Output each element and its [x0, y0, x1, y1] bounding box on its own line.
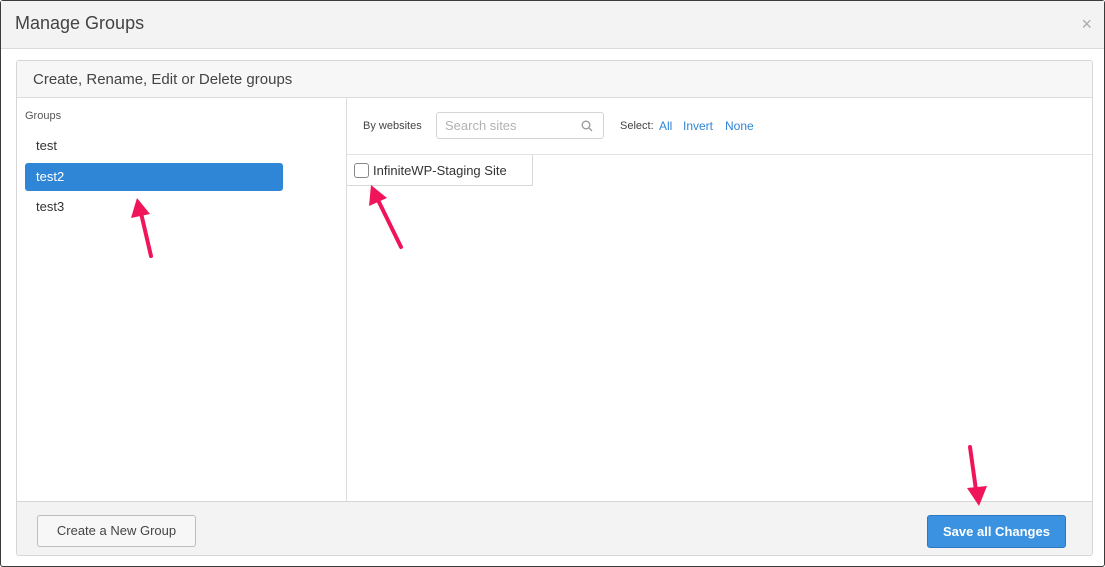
sites-column: By websites Select: All Invert None Infi… — [347, 98, 1092, 501]
site-item[interactable]: InfiniteWP-Staging Site — [347, 155, 533, 186]
groups-panel: Create, Rename, Edit or Delete groups Gr… — [16, 60, 1093, 556]
search-icon[interactable] — [581, 120, 593, 132]
select-all-link[interactable]: All — [659, 119, 672, 133]
site-checkbox[interactable] — [354, 163, 369, 178]
create-group-button[interactable]: Create a New Group — [37, 515, 196, 547]
select-label: Select: — [620, 120, 654, 132]
dialog-header: Manage Groups × — [1, 1, 1104, 49]
close-icon[interactable]: × — [1081, 14, 1092, 34]
groups-column: Groups test test2 test3 — [17, 98, 347, 501]
site-label: InfiniteWP-Staging Site — [373, 163, 507, 178]
manage-groups-dialog: Manage Groups × Create, Rename, Edit or … — [0, 0, 1105, 567]
sites-toolbar: By websites Select: All Invert None — [347, 98, 1092, 155]
panel-footer: Create a New Group Save all Changes — [17, 501, 1092, 555]
panel-heading: Create, Rename, Edit or Delete groups — [17, 61, 1092, 98]
save-all-changes-button[interactable]: Save all Changes — [927, 515, 1066, 548]
dialog-title: Manage Groups — [15, 13, 145, 33]
select-invert-link[interactable]: Invert — [683, 119, 713, 133]
filter-by-websites-label: By websites — [363, 120, 422, 132]
groups-label: Groups — [25, 110, 62, 122]
group-item-test3[interactable]: test3 — [25, 193, 283, 221]
group-item-test2[interactable]: test2 — [25, 163, 283, 191]
select-none-link[interactable]: None — [725, 119, 754, 133]
search-sites-box — [436, 112, 604, 139]
group-item-test[interactable]: test — [25, 132, 283, 160]
search-sites-input[interactable] — [445, 113, 575, 138]
panel-heading-text: Create, Rename, Edit or Delete groups — [33, 71, 293, 88]
